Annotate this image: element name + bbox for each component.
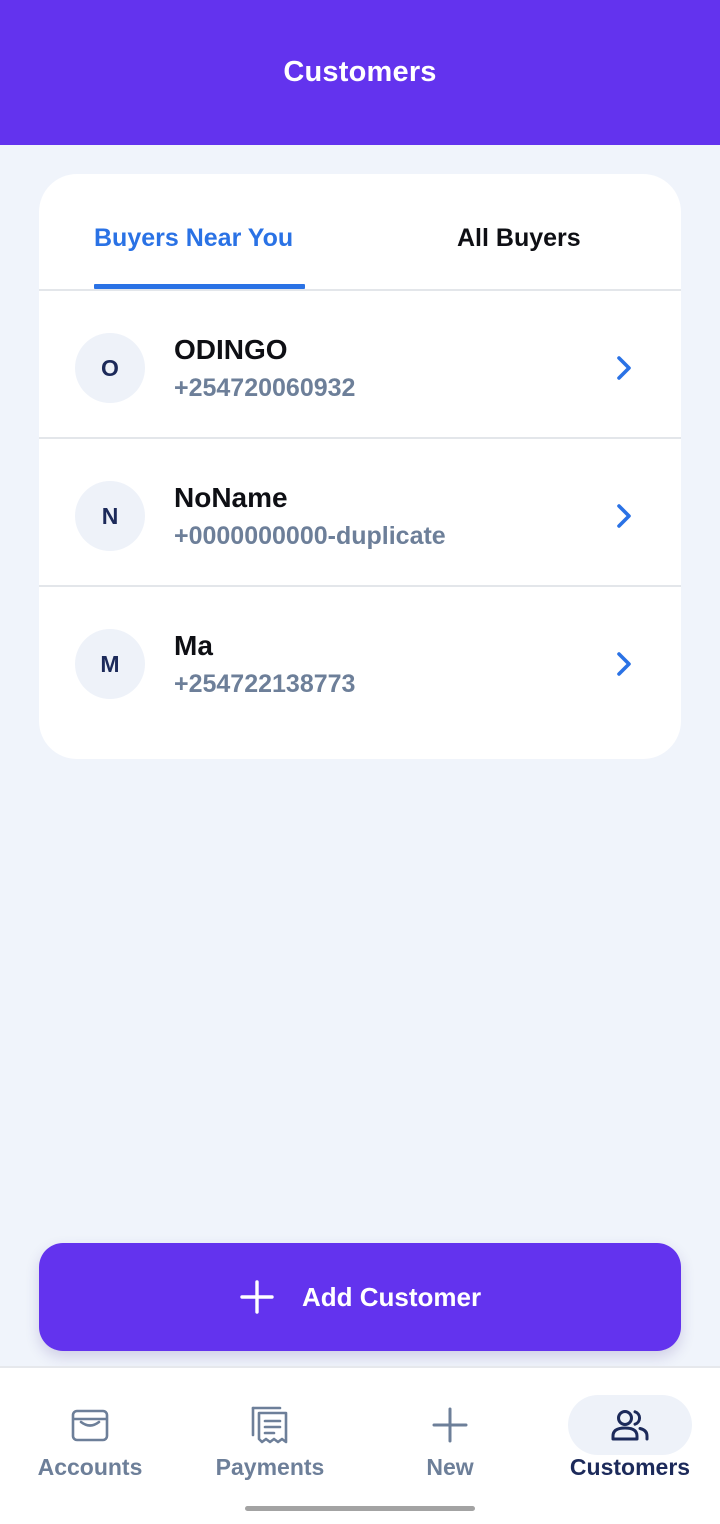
chevron-right-icon bbox=[617, 356, 631, 380]
app-header: Customers bbox=[0, 0, 720, 145]
customer-name: NoName bbox=[174, 482, 288, 513]
page-title: Customers bbox=[283, 56, 437, 88]
tab-all-buyers[interactable]: All Buyers bbox=[457, 224, 581, 253]
customer-name: ODINGO bbox=[174, 334, 288, 365]
add-customer-button[interactable]: Add Customer bbox=[39, 1243, 681, 1351]
tab-buyers-near-you[interactable]: Buyers Near You bbox=[94, 224, 293, 253]
nav-label-accounts: Accounts bbox=[37, 1454, 143, 1480]
customer-list-item[interactable]: N NoName +0000000000-duplicate bbox=[39, 439, 681, 587]
chevron-right-icon bbox=[617, 504, 631, 528]
customer-phone: +254722138773 bbox=[174, 670, 356, 698]
wallet-icon bbox=[71, 1409, 109, 1442]
avatar-initial: O bbox=[101, 354, 119, 381]
avatar: N bbox=[75, 481, 145, 551]
customer-phone: +0000000000-duplicate bbox=[174, 522, 446, 550]
home-indicator bbox=[245, 1506, 475, 1511]
users-icon bbox=[611, 1410, 649, 1441]
nav-item-new[interactable]: New bbox=[360, 1368, 540, 1488]
avatar: M bbox=[75, 629, 145, 699]
nav-label-customers: Customers bbox=[569, 1454, 691, 1480]
chevron-right-icon bbox=[617, 652, 631, 676]
nav-item-customers[interactable]: Customers bbox=[540, 1368, 720, 1488]
customers-card: Buyers Near You All Buyers O ODINGO +254… bbox=[39, 174, 681, 759]
customer-list-item[interactable]: O ODINGO +254720060932 bbox=[39, 291, 681, 439]
nav-item-accounts[interactable]: Accounts bbox=[0, 1368, 180, 1488]
nav-label-payments: Payments bbox=[215, 1454, 325, 1480]
avatar: O bbox=[75, 333, 145, 403]
tab-bar: Buyers Near You All Buyers bbox=[39, 174, 681, 291]
receipt-icon bbox=[251, 1406, 288, 1444]
avatar-initial: N bbox=[101, 502, 119, 529]
customer-list-item[interactable]: M Ma +254722138773 bbox=[39, 587, 681, 735]
customer-name: Ma bbox=[174, 630, 213, 661]
add-customer-label: Add Customer bbox=[301, 1281, 482, 1312]
nav-label-new: New bbox=[426, 1454, 474, 1480]
customers-screen: Customers Buyers Near You All Buyers O O… bbox=[0, 0, 720, 1524]
plus-icon bbox=[240, 1280, 274, 1314]
bottom-nav: Accounts Payments New Customers bbox=[0, 1366, 720, 1524]
plus-icon bbox=[432, 1407, 468, 1443]
nav-item-payments[interactable]: Payments bbox=[180, 1368, 360, 1488]
customer-phone: +254720060932 bbox=[174, 374, 356, 402]
active-tab-indicator bbox=[94, 284, 305, 289]
avatar-initial: M bbox=[100, 650, 120, 677]
